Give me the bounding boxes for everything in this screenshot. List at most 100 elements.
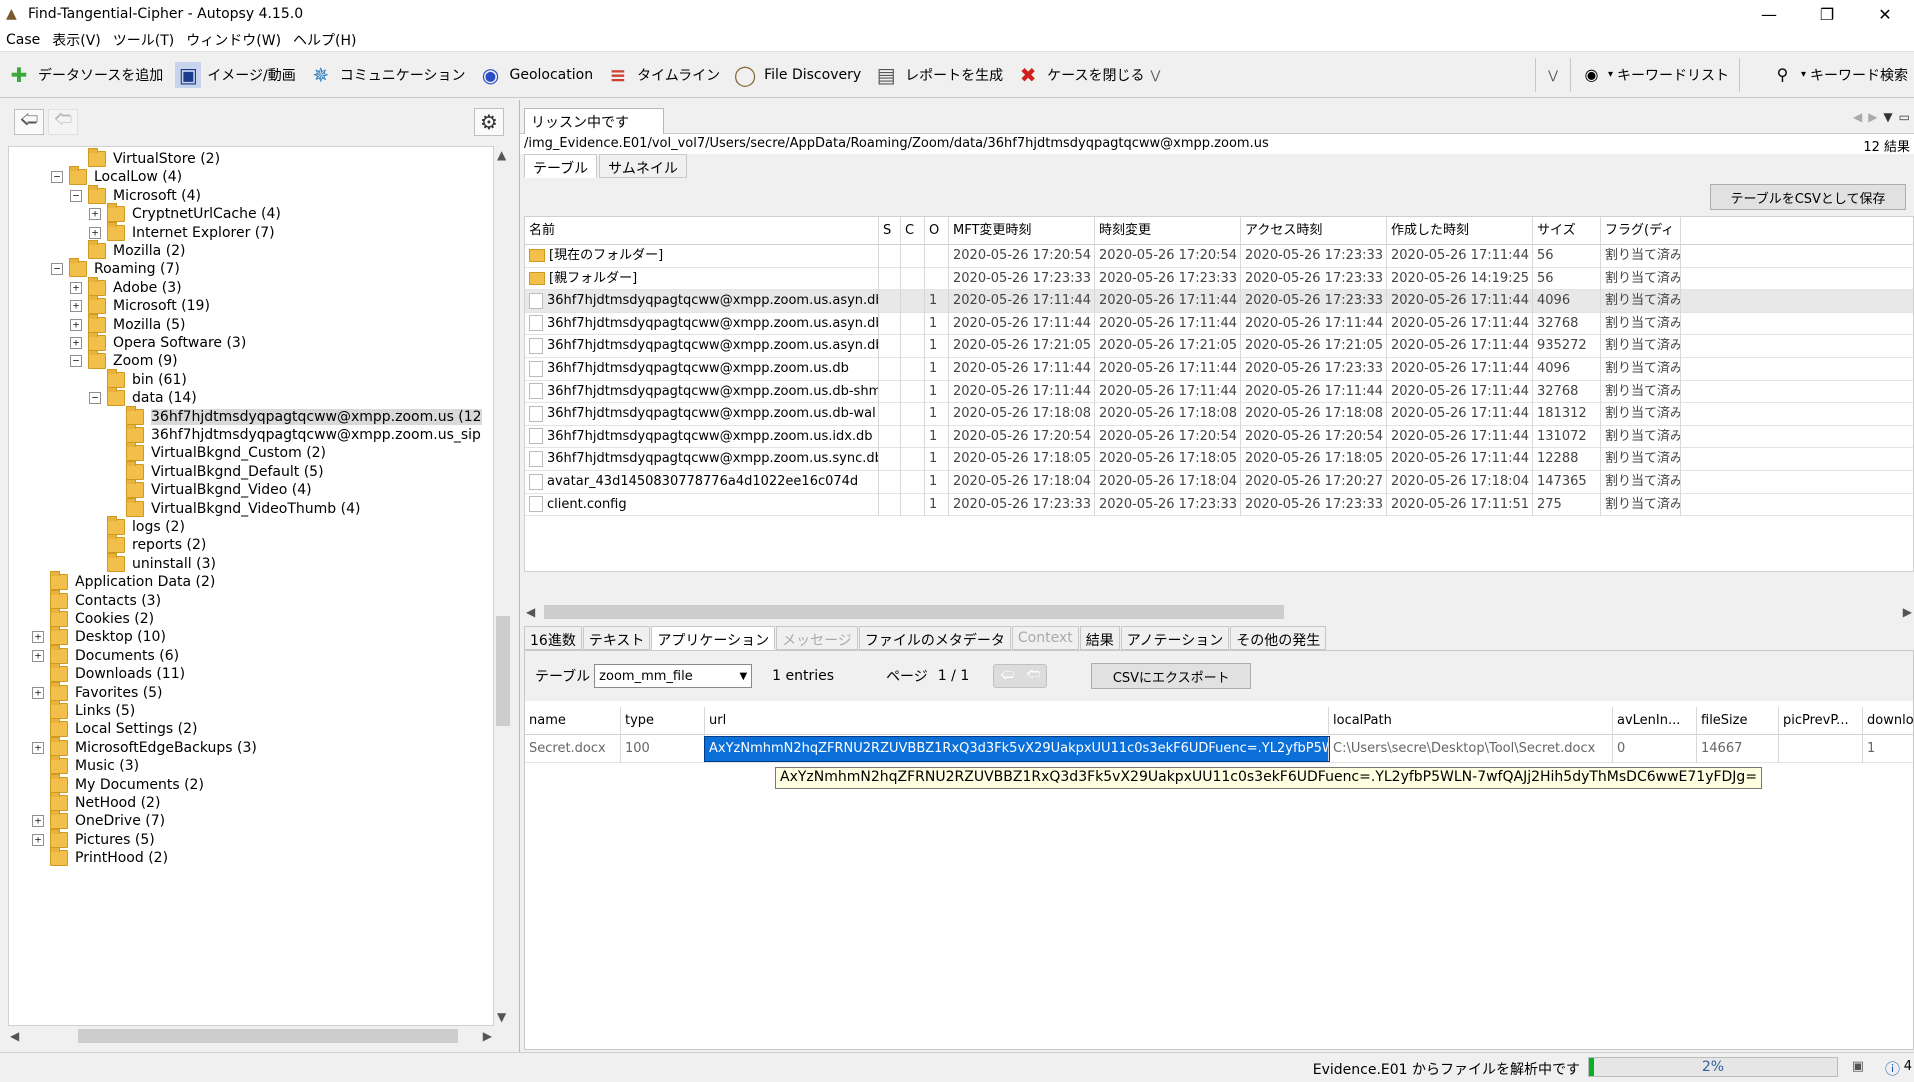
table-row[interactable]: [親フォルダー]2020-05-26 17:23:33 JST2020-05-2… [525, 267, 1913, 291]
column-header[interactable]: 名前 [525, 217, 879, 245]
column-header[interactable]: 時刻変更 [1095, 217, 1241, 245]
scroll-left-icon[interactable]: ◀ [526, 605, 535, 619]
file-table-hscroll-thumb[interactable] [544, 605, 1284, 619]
scroll-left-icon[interactable]: ◀ [10, 1029, 19, 1043]
column-header[interactable]: fileSize [1697, 707, 1779, 735]
expand-icon[interactable]: + [32, 649, 44, 662]
images-videos-button[interactable]: ▣ イメージ/動画 [169, 55, 301, 95]
restore-button[interactable]: ❐ [1798, 0, 1856, 28]
timeline-button[interactable]: ≡ タイムライン [599, 55, 726, 95]
menu-window[interactable]: ウィンドウ(W) [180, 30, 287, 50]
column-header[interactable]: S [879, 217, 901, 245]
expand-icon[interactable]: + [32, 741, 44, 754]
table-cell[interactable] [1779, 735, 1863, 763]
table-row[interactable]: 36hf7hjdtmsdyqpagtqcww@xmpp.zoom.us.asyn… [525, 335, 1913, 358]
column-header[interactable]: サイズ [1533, 217, 1601, 245]
table-row[interactable]: 36hf7hjdtmsdyqpagtqcww@xmpp.zoom.us.db-s… [525, 380, 1913, 404]
prev-page-icon[interactable]: 🢠 [1000, 664, 1014, 688]
expand-icon[interactable]: + [70, 281, 82, 294]
table-row[interactable]: 36hf7hjdtmsdyqpagtqcww@xmpp.zoom.us.idx.… [525, 425, 1913, 449]
tree-vscroll-thumb[interactable] [496, 616, 510, 726]
column-header[interactable]: picPrevP... [1779, 707, 1863, 735]
table-row[interactable]: 36hf7hjdtmsdyqpagtqcww@xmpp.zoom.us.asyn… [525, 290, 1913, 313]
scroll-down-icon[interactable]: ▼ [497, 1010, 506, 1024]
column-header[interactable]: avLenIn... [1613, 707, 1697, 735]
keyword-search-button[interactable]: ⚲ ▾ キーワード検索 [1764, 55, 1914, 95]
keyword-list-button[interactable]: ◉ ▾ キーワードリスト [1575, 55, 1735, 95]
expand-icon[interactable]: + [32, 686, 44, 699]
tab-message[interactable]: メッセージ [776, 626, 858, 650]
column-header[interactable]: downlo [1863, 707, 1914, 735]
scroll-right-icon[interactable]: ▶ [1903, 605, 1912, 619]
column-header[interactable]: url [705, 707, 1329, 735]
column-header[interactable]: MFT変更時刻 [949, 217, 1095, 245]
communications-button[interactable]: ✵ コミュニケーション [302, 55, 472, 95]
menu-help[interactable]: ヘルプ(H) [287, 30, 362, 50]
expand-icon[interactable]: + [32, 833, 44, 846]
export-csv-button[interactable]: CSVにエクスポート [1091, 663, 1252, 689]
tab-results[interactable]: 結果 [1079, 626, 1120, 650]
collapse-icon[interactable]: − [70, 189, 82, 202]
table-select[interactable]: zoom_mm_file ▼ [594, 664, 753, 688]
expand-icon[interactable]: + [89, 226, 101, 239]
tab-thumbnail[interactable]: サムネイル [599, 154, 687, 178]
column-header[interactable]: type [621, 707, 705, 735]
column-header[interactable]: アクセス時刻 [1241, 217, 1387, 245]
collapse-icon[interactable]: − [51, 263, 63, 276]
table-row[interactable]: avatar_43d1450830778776a4d1022ee16c074d 1… [525, 471, 1913, 494]
table-cell[interactable]: 1 [1863, 735, 1914, 763]
generate-report-button[interactable]: ▤ レポートを生成 [867, 55, 1009, 95]
column-header[interactable]: 作成した時刻 [1387, 217, 1533, 245]
table-row[interactable]: client.config12020-05-26 17:23:33 JST202… [525, 493, 1913, 517]
expand-icon[interactable]: + [70, 337, 82, 349]
cancel-ingest-icon[interactable]: ▣ [1852, 1059, 1864, 1074]
back-button[interactable]: 🢠 [14, 109, 44, 135]
tree-hscroll-thumb[interactable] [78, 1029, 458, 1043]
menu-case[interactable]: Case [0, 32, 46, 48]
table-row[interactable]: [現在のフォルダー]2020-05-26 17:20:54 JST2020-05… [525, 245, 1913, 268]
tab-text[interactable]: テキスト [582, 626, 651, 650]
table-row[interactable]: 36hf7hjdtmsdyqpagtqcww@xmpp.zoom.us.db-w… [525, 403, 1913, 426]
url-cell[interactable]: AxYzNmhmN2hqZFRNU2RZUVBBZ1RxQ3d3Fk5vX29U… [704, 736, 1330, 762]
next-page-icon[interactable]: 🢢 [1026, 664, 1040, 688]
collapse-icon[interactable]: − [89, 392, 101, 405]
tab-file-metadata[interactable]: ファイルのメタデータ [858, 626, 1011, 650]
scroll-up-icon[interactable]: ▲ [497, 148, 506, 162]
table-cell[interactable]: C:\Users\secre\Desktop\Tool\Secret.docx [1329, 735, 1613, 763]
toolbar-overflow-right-icon[interactable]: ⋁ [1540, 68, 1566, 82]
tab-hex[interactable]: 16進数 [524, 626, 582, 650]
table-row[interactable]: 36hf7hjdtmsdyqpagtqcww@xmpp.zoom.us.asyn… [525, 312, 1913, 336]
menu-view[interactable]: 表示(V) [46, 30, 107, 50]
toolbar-overflow-icon[interactable]: ⋁ [1150, 68, 1160, 82]
tree-node[interactable]: PrintHood (2) [32, 847, 168, 869]
forward-button[interactable]: 🢢 [48, 109, 78, 135]
tab-context[interactable]: Context [1011, 626, 1079, 650]
close-case-button[interactable]: ✖ ケースを閉じる [1009, 55, 1150, 95]
tree-horizontal-scrollbar[interactable]: ◀ ▶ [8, 1026, 494, 1046]
table-cell[interactable]: 100 [621, 735, 705, 763]
tab-table[interactable]: テーブル [524, 154, 598, 178]
tab-application[interactable]: アプリケーション [651, 626, 776, 650]
geolocation-button[interactable]: ◉ Geolocation [471, 55, 599, 95]
close-window-button[interactable]: ✕ [1856, 0, 1914, 28]
file-discovery-button[interactable]: ◯ File Discovery [726, 55, 867, 95]
tab-listing[interactable]: リッスン中です [524, 108, 664, 134]
expand-icon[interactable]: + [32, 815, 44, 828]
expand-icon[interactable]: + [70, 300, 82, 313]
scroll-right-icon[interactable]: ▶ [483, 1029, 492, 1043]
menu-tools[interactable]: ツール(T) [107, 30, 180, 50]
tab-scroll-right-icon[interactable]: ▶ [1868, 110, 1877, 124]
add-datasource-button[interactable]: ✚ データソースを追加 [0, 55, 169, 95]
save-table-csv-button[interactable]: テーブルをCSVとして保存 [1710, 184, 1906, 210]
column-header[interactable]: localPath [1329, 707, 1613, 735]
table-row[interactable]: 36hf7hjdtmsdyqpagtqcww@xmpp.zoom.us.db 1 2… [525, 358, 1913, 381]
file-table-horizontal-scrollbar[interactable]: ◀ ▶ [524, 602, 1914, 622]
expand-icon[interactable]: + [70, 318, 82, 331]
collapse-icon[interactable]: − [51, 171, 63, 184]
table-row[interactable]: Secret.docx 100 AxYzNmhmN2hqZFRNU2RZUVBBZ1… [525, 735, 1913, 763]
expand-icon[interactable]: + [32, 631, 44, 644]
table-cell[interactable]: 14667 [1697, 735, 1779, 763]
tree-settings-button[interactable]: ⚙ [474, 108, 504, 136]
expand-icon[interactable]: + [89, 208, 101, 221]
tab-other-occurrences[interactable]: その他の発生 [1230, 626, 1327, 650]
